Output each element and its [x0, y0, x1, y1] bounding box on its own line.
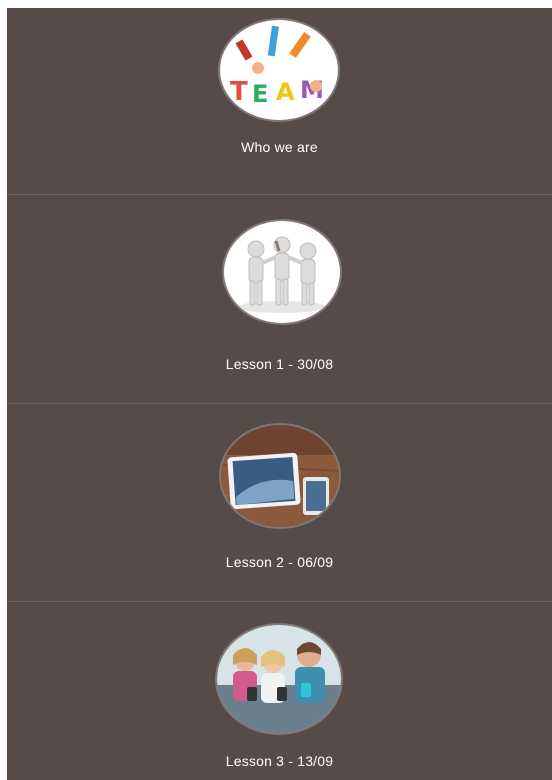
card-label: Who we are [241, 139, 318, 155]
card-who-we-are[interactable]: T E A M Who we are [7, 8, 552, 194]
card-label: Lesson 3 - 13/09 [225, 753, 334, 769]
lesson-list: T E A M Who we are [7, 8, 552, 780]
svg-text:E: E [252, 80, 268, 108]
tablet-phone-image [221, 425, 339, 527]
card-lesson-2[interactable]: Lesson 2 - 06/09 [7, 403, 552, 601]
card-lesson-1[interactable]: Lesson 1 - 30/08 [7, 194, 552, 403]
team-craft-image: T E A M [220, 20, 338, 120]
card-label: Lesson 1 - 30/08 [225, 356, 334, 372]
svg-text:A: A [276, 78, 295, 106]
card-lesson-3[interactable]: Lesson 3 - 13/09 [7, 601, 552, 780]
teamwork-figures-image [224, 221, 340, 323]
svg-text:T: T [230, 77, 248, 107]
kids-with-phones-image [217, 625, 341, 733]
card-label: Lesson 2 - 06/09 [225, 554, 334, 570]
